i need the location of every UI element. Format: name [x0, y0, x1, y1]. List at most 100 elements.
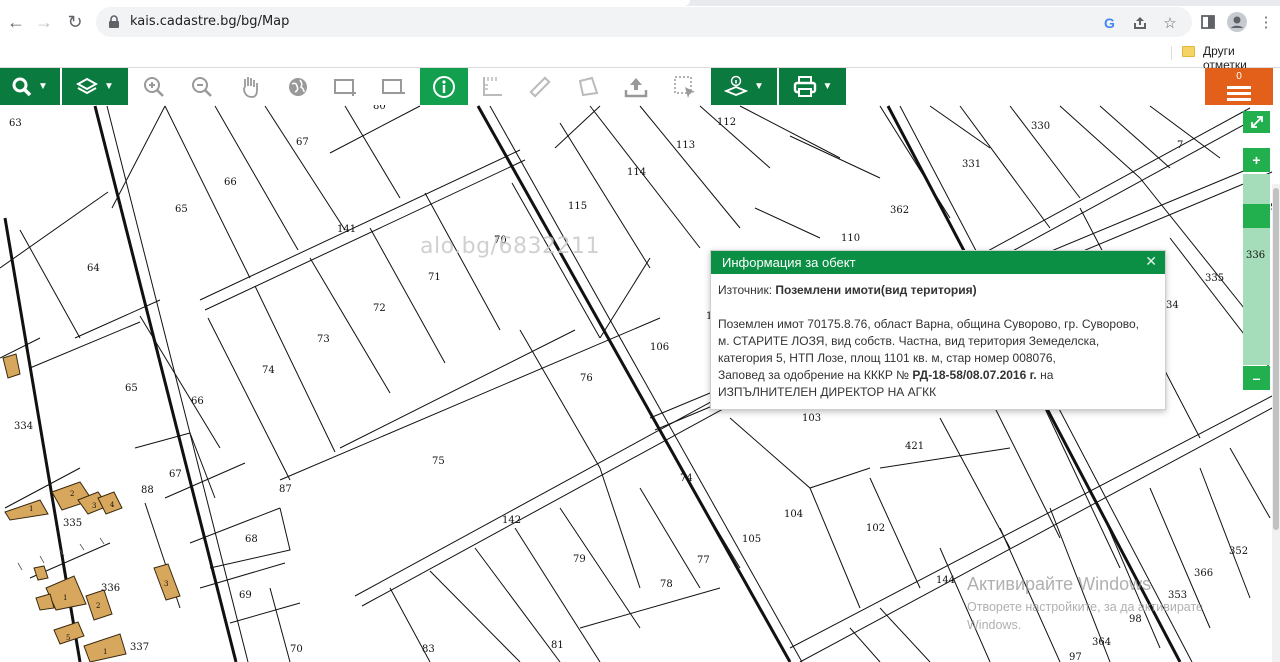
- parcel-label: 336: [101, 583, 120, 594]
- layers-button[interactable]: ▼: [62, 68, 128, 105]
- parcel-label: 88: [141, 485, 154, 496]
- parcel-label: 74: [680, 473, 693, 484]
- parcel-label: 79: [573, 554, 586, 565]
- chevron-down-icon: ▼: [38, 81, 48, 92]
- parcel-label: 334: [14, 421, 33, 432]
- main-menu-button[interactable]: 0: [1205, 68, 1273, 105]
- zoom-out-button[interactable]: –: [1243, 366, 1270, 390]
- parcel-label: 331: [962, 159, 981, 170]
- parcel-label: 76: [580, 373, 593, 384]
- share-icon[interactable]: [1130, 13, 1150, 33]
- parcel-label: 366: [1194, 568, 1213, 579]
- chevron-down-icon: ▼: [822, 81, 833, 92]
- parcel-label: 115: [568, 201, 587, 212]
- zoom-in-icon: [144, 76, 164, 97]
- full-extent-tool[interactable]: [274, 68, 322, 105]
- building-label: 1: [103, 648, 107, 656]
- popup-header: Информация за обект ✕: [711, 251, 1165, 274]
- building-label: 1: [29, 505, 33, 513]
- printer-icon: [793, 75, 816, 97]
- parcel-label: 141: [337, 224, 356, 235]
- parcel-label: 65: [125, 383, 138, 394]
- map-toolbar: ▼ ▼ ▼ ▼ 0: [0, 68, 1280, 105]
- svg-text:G: G: [1104, 15, 1115, 31]
- search-button[interactable]: ▼: [0, 68, 60, 105]
- map-view[interactable]: 63 67 80 112 330 113 331 7 66 114 65 141…: [0, 68, 1280, 662]
- description-line: Поземлен имот 70175.8.76, област Варна, …: [718, 317, 1140, 331]
- deselect-rectangle-tool[interactable]: [370, 68, 418, 105]
- select-cursor-icon: [674, 75, 695, 98]
- hamburger-menu-icon: [1227, 85, 1251, 101]
- globe-icon: [289, 77, 307, 96]
- side-panel-icon[interactable]: [1194, 8, 1222, 36]
- parcel-label: 63: [9, 118, 22, 129]
- info-tool[interactable]: [420, 68, 468, 105]
- description-line: м. СТАРИТЕ ЛОЗЯ, вид собств. Частна, вид…: [718, 334, 1100, 348]
- back-icon[interactable]: ←: [2, 8, 30, 36]
- parcel-label: 68: [245, 534, 258, 545]
- upload-tool[interactable]: [612, 68, 660, 105]
- parcel-label: 74: [262, 365, 275, 376]
- windows-activation-text: Отворете настройките, за да активирате W…: [967, 600, 1203, 632]
- popup-body: Източник: Поземлени имоти(вид територия)…: [711, 274, 1165, 409]
- fullscreen-button[interactable]: [1243, 111, 1270, 133]
- close-icon[interactable]: ✕: [1145, 253, 1157, 270]
- scrollbar-thumb[interactable]: [1273, 188, 1279, 530]
- parcel-label: 142: [502, 515, 521, 526]
- reload-icon[interactable]: ↻: [61, 8, 89, 36]
- zoom-track[interactable]: [1243, 174, 1270, 365]
- select-tool[interactable]: [660, 68, 710, 105]
- parcel-label: 72: [373, 303, 386, 314]
- measure-distance-tool[interactable]: [516, 68, 564, 105]
- upload-icon: [624, 77, 648, 97]
- parcel-label: 67: [169, 469, 182, 480]
- address-row: ← → ↻ kais.cadastre.bg/bg/Map G ☆ ⋮: [0, 6, 1280, 38]
- popup-title: Информация за обект: [722, 255, 856, 270]
- address-bar[interactable]: kais.cadastre.bg/bg/Map G ☆: [96, 7, 1192, 37]
- profile-avatar-icon[interactable]: [1223, 8, 1251, 36]
- parcel-label: 112: [717, 117, 736, 128]
- select-rectangle-tool[interactable]: [322, 68, 370, 105]
- parcel-label: 337: [130, 642, 149, 653]
- parcel-label: 78: [660, 579, 673, 590]
- google-translate-icon[interactable]: G: [1100, 13, 1120, 33]
- measure-grid-tool[interactable]: [468, 68, 516, 105]
- parcel-label: 7: [1177, 140, 1183, 151]
- forward-icon[interactable]: →: [30, 8, 58, 36]
- zoom-thumb[interactable]: [1243, 204, 1270, 228]
- source-value: Поземлени имоти(вид територия): [775, 283, 977, 297]
- menu-kebab-icon[interactable]: ⋮: [1252, 8, 1280, 36]
- parcel-label: 73: [317, 334, 330, 345]
- ruler-icon: [529, 75, 551, 98]
- star-icon[interactable]: ☆: [1160, 13, 1180, 33]
- parcel-label: 64: [87, 263, 100, 274]
- zoom-out-tool[interactable]: [178, 68, 226, 105]
- parcel-label: 330: [1031, 121, 1050, 132]
- parcel-label: 70: [290, 644, 303, 655]
- zoom-level-text: 336: [1246, 250, 1266, 261]
- order-suffix: на: [1040, 368, 1054, 382]
- parcel-label: 335: [63, 518, 82, 529]
- layer-info-button[interactable]: ▼: [711, 68, 777, 105]
- parcel-label: 66: [191, 396, 204, 407]
- zoom-in-button[interactable]: +: [1243, 148, 1270, 172]
- parcel-label: 364: [1092, 637, 1111, 648]
- order-issuer: ИЗПЪЛНИТЕЛЕН ДИРЕКТОР НА АГКК: [718, 385, 937, 399]
- parcel-label: 113: [676, 140, 695, 151]
- windows-activation-title: Активирайте Windows: [967, 574, 1152, 594]
- notification-count: 0: [1236, 70, 1242, 82]
- building-label: 3: [92, 502, 96, 510]
- parcel-label: 144: [936, 575, 955, 586]
- zoom-in-tool[interactable]: [130, 68, 178, 105]
- measure-area-tool[interactable]: [564, 68, 612, 105]
- chevron-down-icon: ▼: [754, 81, 764, 92]
- pan-tool[interactable]: [226, 68, 274, 105]
- fullscreen-icon: [1250, 116, 1263, 128]
- parcel-label: 110: [841, 233, 860, 244]
- parcel-label: 103: [802, 413, 821, 424]
- parcel-label: 83: [422, 644, 435, 655]
- parcel-label: 67: [296, 137, 309, 148]
- print-button[interactable]: ▼: [779, 68, 846, 105]
- parcel-label: 69: [239, 590, 252, 601]
- layers-icon: [76, 77, 99, 94]
